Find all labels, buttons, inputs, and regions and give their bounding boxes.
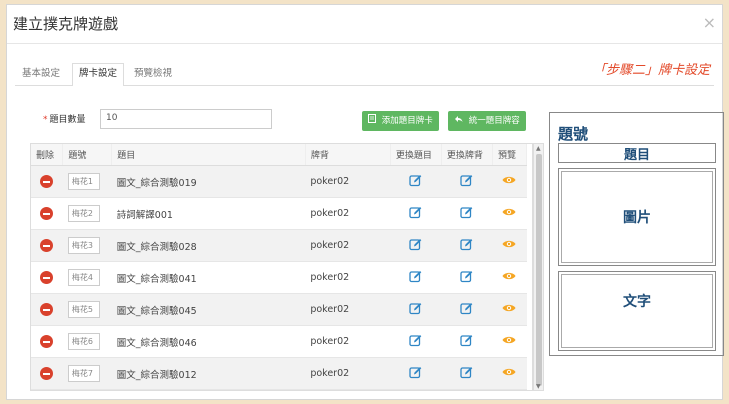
change-topic-edit-icon[interactable] (409, 270, 422, 286)
create-poker-game-dialog: 建立撲克牌遊戲 × 基本設定 牌卡設定 預覽檢視 「步驟二」牌卡設定 * 題目數量… (6, 4, 724, 400)
change-topic-edit-icon[interactable] (409, 206, 422, 222)
reply-icon (454, 116, 466, 126)
unify-content-button[interactable]: 統一題目牌容 (448, 111, 526, 131)
change-topic-edit-icon[interactable] (409, 366, 422, 382)
header-topic: 題目 (111, 144, 306, 166)
table-row: 梅花3 圖文_綜合測驗028 poker02 (31, 229, 527, 262)
header-change-back: 更換牌背 (441, 144, 493, 166)
topic-cell: 圖文_綜合測驗045 (111, 293, 306, 326)
table-row: 梅花6 圖文_綜合測驗046 poker02 (31, 325, 527, 358)
topic-cell: 圖文_綜合測驗028 (111, 229, 306, 262)
card-preview: 題號 題目 圖片 文字 (549, 112, 724, 356)
topic-cell: 圖文_綜合測驗041 (111, 261, 306, 294)
card-number-label: 題號 (558, 125, 589, 143)
change-back-edit-icon[interactable] (460, 270, 473, 286)
table-row: 梅花1 圖文_綜合測驗019 poker02 (31, 165, 527, 198)
add-card-button[interactable]: 添加題目牌卡 (362, 111, 439, 131)
card-number-input[interactable]: 梅花4 (67, 269, 100, 286)
scrollbar-thumb[interactable] (536, 154, 542, 386)
eye-icon[interactable] (502, 367, 516, 380)
question-count-text: 題目數量 (49, 115, 86, 125)
card-text-label: 文字 (623, 294, 651, 310)
table-row: 梅花4 圖文_綜合測驗041 poker02 (31, 261, 527, 294)
eye-icon[interactable] (502, 303, 516, 316)
add-card-label: 添加題目牌卡 (381, 116, 433, 126)
delete-icon[interactable] (40, 367, 54, 380)
table-row: 梅花2 詩詞解譯001 poker02 (31, 197, 527, 230)
card-text-box: 文字 (558, 271, 716, 351)
tab-card-settings[interactable]: 牌卡設定 (72, 63, 125, 86)
delete-icon[interactable] (40, 303, 54, 316)
eye-icon[interactable] (502, 239, 516, 252)
unify-content-label: 統一題目牌容 (468, 116, 520, 126)
card-table: 刪除 題號 題目 牌背 更換題目 更換牌背 預覽 梅花1 圖文_綜合測驗019 … (30, 143, 533, 391)
topic-cell: 圖文_綜合測驗012 (111, 357, 306, 390)
card-number-input[interactable]: 梅花5 (67, 301, 100, 318)
step-label: 「步驟二」牌卡設定 (592, 63, 710, 78)
tab-bar: 基本設定 牌卡設定 預覽檢視 「步驟二」牌卡設定 (15, 63, 714, 86)
topic-cell: 圖文_綜合測驗046 (111, 325, 306, 358)
card-number-input[interactable]: 梅花2 (67, 205, 100, 222)
card-back-cell: poker02 (305, 261, 391, 294)
card-back-cell: poker02 (305, 165, 391, 198)
topic-cell: 圖文_綜合測驗019 (111, 165, 306, 198)
change-back-edit-icon[interactable] (460, 334, 473, 350)
card-image-box: 圖片 (558, 168, 716, 266)
change-topic-edit-icon[interactable] (409, 174, 422, 190)
question-count-label: * 題目數量 (43, 112, 86, 125)
delete-icon[interactable] (40, 207, 54, 220)
scroll-up-icon[interactable]: ▲ (536, 145, 541, 152)
header-preview: 預覽 (492, 144, 528, 166)
delete-icon[interactable] (40, 239, 54, 252)
topic-cell: 詩詞解譯001 (111, 197, 306, 230)
header-change-topic: 更換題目 (390, 144, 442, 166)
card-back-cell: poker02 (305, 293, 391, 326)
table-row: 梅花5 圖文_綜合測驗045 poker02 (31, 293, 527, 326)
header-delete: 刪除 (31, 144, 64, 166)
change-back-edit-icon[interactable] (460, 206, 473, 222)
table-row: 梅花7 圖文_綜合測驗012 poker02 (31, 357, 527, 390)
card-number-input[interactable]: 梅花7 (67, 365, 100, 382)
card-back-cell: poker02 (305, 325, 391, 358)
table-scrollbar[interactable]: ▲ ▼ (533, 143, 544, 391)
change-back-edit-icon[interactable] (460, 174, 473, 190)
card-back-cell: poker02 (305, 229, 391, 262)
card-number-input[interactable]: 梅花3 (67, 237, 100, 254)
card-back-cell: poker02 (305, 197, 391, 230)
eye-icon[interactable] (502, 175, 516, 188)
change-back-edit-icon[interactable] (460, 302, 473, 318)
required-mark: * (43, 115, 48, 125)
question-count-input[interactable]: 10 (100, 109, 272, 129)
card-topic-box: 題目 (558, 143, 716, 163)
change-topic-edit-icon[interactable] (409, 238, 422, 254)
scroll-down-icon[interactable]: ▼ (536, 383, 541, 390)
card-number-input[interactable]: 梅花1 (67, 173, 100, 190)
eye-icon[interactable] (502, 271, 516, 284)
tab-basic-settings[interactable]: 基本設定 (15, 63, 67, 84)
title-divider (7, 43, 722, 44)
eye-icon[interactable] (502, 335, 516, 348)
card-topic-label: 題目 (623, 147, 650, 163)
table-header-row: 刪除 題號 題目 牌背 更換題目 更換牌背 預覽 (31, 144, 528, 166)
eye-icon[interactable] (502, 207, 516, 220)
delete-icon[interactable] (40, 335, 54, 348)
card-back-cell: poker02 (305, 357, 391, 390)
header-number: 題號 (62, 144, 113, 166)
document-icon (368, 114, 379, 126)
change-topic-edit-icon[interactable] (409, 302, 422, 318)
card-image-label: 圖片 (623, 210, 651, 226)
tab-preview[interactable]: 預覽檢視 (127, 63, 179, 84)
change-back-edit-icon[interactable] (460, 366, 473, 382)
header-card-back: 牌背 (305, 144, 391, 166)
delete-icon[interactable] (40, 271, 54, 284)
change-topic-edit-icon[interactable] (409, 334, 422, 350)
delete-icon[interactable] (40, 175, 54, 188)
change-back-edit-icon[interactable] (460, 238, 473, 254)
card-number-input[interactable]: 梅花6 (67, 333, 100, 350)
dialog-title: 建立撲克牌遊戲 (13, 15, 119, 33)
close-icon[interactable]: × (703, 13, 716, 32)
